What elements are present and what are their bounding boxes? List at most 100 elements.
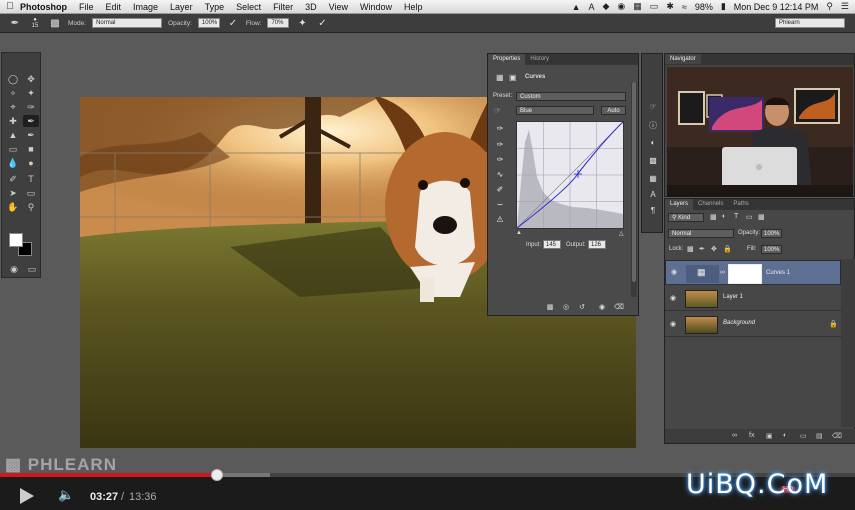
dropbox-icon[interactable]: ▲ [572,2,581,12]
tab-layers[interactable]: Layers [665,199,694,210]
layer-opacity-field[interactable]: 100% [761,229,782,238]
mask-link-icon[interactable]: ∞ [720,269,725,277]
volume-icon[interactable]: 🔈 [58,487,74,503]
actions-icon[interactable]: ☞ [647,102,659,112]
marquee-tool-icon[interactable]: ◯ [5,73,21,85]
move-tool-icon[interactable]: ✥ [23,73,39,85]
visibility-eye-icon[interactable]: ◉ [670,294,676,302]
layer-row-layer1[interactable]: ◉ Layer 1 [665,286,841,311]
dodge-tool-icon[interactable]: ● [23,157,39,169]
layer-name[interactable]: Background [723,320,755,326]
lock-transparent-icon[interactable]: ▩ [687,245,694,253]
layer-name[interactable]: Curves 1 [766,269,790,277]
layer-fill-field[interactable]: 100% [761,245,782,254]
foreground-color-swatch[interactable] [9,233,23,247]
brush-tool-icon[interactable]: ✒ [23,115,39,127]
healing-brush-tool-icon[interactable]: ✚ [5,115,21,127]
menu-view[interactable]: View [329,2,348,12]
apple-icon[interactable]:  [0,1,20,12]
link-layers-icon[interactable]: ∞ [732,432,737,439]
clipping-warning-icon[interactable]: ⚠ [494,215,506,225]
view-previous-state-icon[interactable]: ◎ [561,303,571,312]
eraser-tool-icon[interactable]: ▭ [5,143,21,155]
adobe-icon[interactable]: A [588,2,594,12]
lock-all-icon[interactable]: 🔒 [723,245,732,253]
menu-3d[interactable]: 3D [305,2,317,12]
filter-smart-icon[interactable]: ▩ [758,213,765,221]
menu-select[interactable]: Select [236,2,261,12]
app-menu[interactable]: Photoshop [20,2,67,12]
new-layer-icon[interactable]: ▤ [816,432,823,440]
channel-select[interactable]: Blue [516,106,594,115]
layer-mask-thumbnail[interactable] [728,264,762,284]
brush-preset-icon[interactable]: ● 15 [28,17,42,30]
rectangle-tool-icon[interactable]: ▭ [23,187,39,199]
filter-type-icon[interactable]: T [734,213,738,220]
brush-tool-icon[interactable]: ✒ [8,17,22,30]
camera-icon[interactable]: ◉ [617,1,625,12]
sample-gray-point-icon[interactable]: ✑ [494,140,506,150]
search-icon[interactable]: ⚲ [826,1,833,12]
screen-mode-icon[interactable]: ▭ [24,263,40,275]
battery-percent[interactable]: 98% [695,2,713,12]
mode-select[interactable]: Normal [92,18,163,28]
battery-icon[interactable]: ▮ [721,1,726,12]
preset-select[interactable]: Custom [516,92,626,101]
notifications-icon[interactable]: ☰ [841,1,849,12]
flow-field[interactable]: 70% [267,18,290,28]
character-icon[interactable]: A [647,190,659,200]
menu-type[interactable]: Type [205,2,225,12]
sample-black-point-icon[interactable]: ✑ [494,124,506,134]
swatches-icon[interactable]: ▦ [647,174,659,184]
layer-row-background[interactable]: ◉ Background 🔒 [665,312,841,337]
evernote-icon[interactable]: ◆ [603,1,610,12]
reset-icon[interactable]: ↺ [577,303,587,312]
layer-row-curves[interactable]: ◉ ▦ ∞ Curves 1 [665,260,841,285]
adjustments-icon[interactable]: ◐ [647,138,659,148]
pressure-opacity-icon[interactable]: ✓ [226,17,240,30]
on-image-adjust-icon[interactable]: ☞ [494,106,501,115]
tab-properties[interactable]: Properties [488,54,526,65]
display-icon[interactable]: ▭ [650,1,659,12]
clone-stamp-tool-icon[interactable]: ▲ [5,129,21,141]
curves-graph[interactable] [516,121,624,229]
history-brush-tool-icon[interactable]: ✒ [23,129,39,141]
delete-icon[interactable]: ⌫ [614,303,624,312]
quick-mask-icon[interactable]: ◉ [6,263,22,275]
output-field[interactable]: 126 [588,240,606,249]
styles-icon[interactable]: ▩ [647,156,659,166]
blur-tool-icon[interactable]: 💧 [5,157,21,169]
tab-channels[interactable]: Channels [693,199,728,210]
filter-adjustment-icon[interactable]: ◐ [722,213,726,220]
lock-position-icon[interactable]: ✥ [711,245,717,253]
workspace-select[interactable]: Phlearn [775,18,845,28]
info-icon[interactable]: ⓘ [647,120,659,130]
menu-layer[interactable]: Layer [170,2,193,12]
menu-image[interactable]: Image [133,2,158,12]
clipboard-icon[interactable]: ▦ [633,1,642,12]
white-slider-icon[interactable]: △ [619,230,624,237]
gradient-tool-icon[interactable]: ■ [23,143,39,155]
menu-window[interactable]: Window [360,2,392,12]
auto-button[interactable]: Auto [601,106,626,115]
layer-name[interactable]: Layer 1 [723,294,743,300]
opacity-field[interactable]: 100% [197,18,220,28]
delete-layer-icon[interactable]: ⌫ [832,432,842,440]
layer-style-icon[interactable]: fx [749,432,754,439]
blend-mode-select[interactable]: Normal [668,229,734,238]
filter-shape-icon[interactable]: ▭ [746,213,753,221]
airbrush-icon[interactable]: ✦ [295,17,309,30]
properties-scrollbar[interactable] [631,82,637,297]
pressure-size-icon[interactable]: ✓ [315,17,329,30]
tab-history[interactable]: History [525,54,554,65]
menu-help[interactable]: Help [404,2,423,12]
path-selection-tool-icon[interactable]: ➤ [5,187,21,199]
mask-icon[interactable]: ▣ [509,73,517,82]
zoom-tool-icon[interactable]: ⚲ [23,201,39,213]
paragraph-icon[interactable]: ¶ [647,206,659,216]
new-adjustment-layer-icon[interactable]: ◐ [783,432,787,439]
visibility-eye-icon[interactable]: ◉ [671,269,677,277]
edit-points-icon[interactable]: ∿ [494,170,506,180]
new-group-icon[interactable]: ▭ [800,432,807,440]
progress-scrubber[interactable] [211,469,224,481]
